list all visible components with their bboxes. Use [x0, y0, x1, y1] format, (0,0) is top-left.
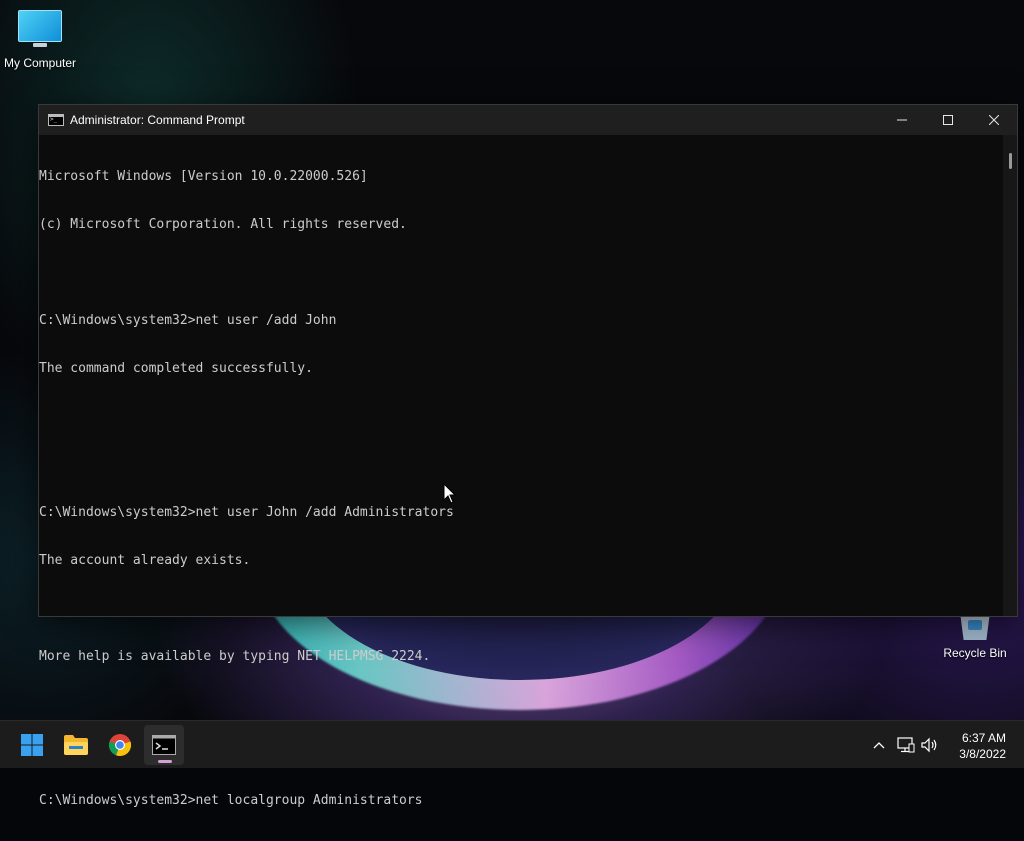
file-explorer-button[interactable]: [56, 725, 96, 765]
network-button[interactable]: [896, 735, 916, 755]
console-line: Microsoft Windows [Version 10.0.22000.52…: [39, 169, 368, 184]
minimize-icon: [897, 119, 907, 121]
console-line: More help is available by typing NET HEL…: [39, 649, 431, 664]
terminal-icon: [48, 114, 64, 126]
volume-icon: [921, 737, 937, 753]
close-button[interactable]: [971, 105, 1017, 135]
maximize-button[interactable]: [925, 105, 971, 135]
volume-button[interactable]: [920, 735, 940, 755]
chrome-button[interactable]: [100, 725, 140, 765]
monitor-icon: [18, 10, 62, 47]
console-output[interactable]: Microsoft Windows [Version 10.0.22000.52…: [39, 135, 1003, 808]
close-icon: [989, 115, 999, 125]
folder-icon: [64, 735, 88, 755]
scrollbar-thumb[interactable]: [1009, 153, 1012, 169]
desktop-icon-my-computer[interactable]: My Computer: [0, 10, 80, 70]
terminal-icon: [152, 735, 176, 755]
active-app-indicator: [158, 760, 172, 763]
console-prompt-line: C:\Windows\system32>net localgroup Admin…: [39, 793, 423, 808]
clock-time: 6:37 AM: [961, 731, 1006, 745]
chrome-icon: [108, 734, 132, 756]
start-button[interactable]: [12, 725, 52, 765]
clock-date: 3/8/2022: [959, 747, 1006, 761]
maximize-icon: [943, 115, 953, 125]
network-icon: [897, 737, 915, 753]
console-line: (c) Microsoft Corporation. All rights re…: [39, 217, 407, 232]
window-title: Administrator: Command Prompt: [70, 113, 245, 127]
windows-logo-icon: [21, 734, 43, 756]
console-line: The command completed successfully.: [39, 361, 313, 376]
console-line: C:\Windows\system32>net user /add John: [39, 313, 337, 328]
command-prompt-window[interactable]: Administrator: Command Prompt Microsoft …: [38, 104, 1018, 808]
command-prompt-taskbar-button[interactable]: [144, 725, 184, 765]
console-line: C:\Windows\system32>net user John /add A…: [39, 505, 454, 520]
console-line: The account already exists.: [39, 553, 251, 568]
minimize-button[interactable]: [879, 105, 925, 135]
system-clock[interactable]: 6:37 AM 3/8/2022: [959, 730, 1006, 762]
chevron-up-icon: [873, 742, 885, 749]
taskbar: 6:37 AM 3/8/2022: [0, 720, 1024, 768]
vertical-scrollbar[interactable]: [1003, 135, 1017, 616]
show-hidden-icons-button[interactable]: [869, 735, 889, 755]
window-titlebar[interactable]: Administrator: Command Prompt: [39, 105, 1017, 135]
desktop-icon-label: My Computer: [3, 56, 77, 70]
mouse-cursor-icon: [443, 483, 457, 504]
